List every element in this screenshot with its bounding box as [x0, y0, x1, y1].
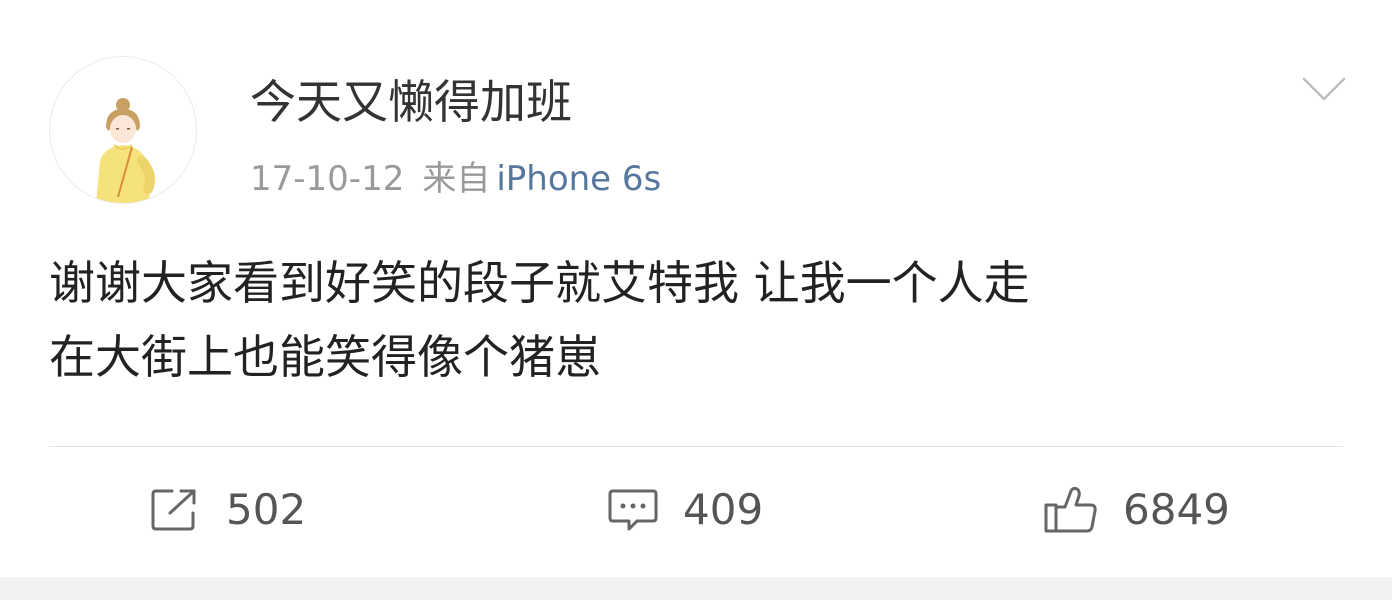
- post-date: 17-10-12: [250, 159, 405, 199]
- chevron-down-icon: [1302, 77, 1346, 101]
- weibo-post-card: 今天又懒得加班 17-10-12 来自 iPhone 6s 谢谢大家看到好笑的段子就…: [0, 0, 1392, 600]
- like-button[interactable]: 6849: [1043, 470, 1230, 550]
- post-content: 谢谢大家看到好笑的段子就艾特我 让我一个人走 在大街上也能笑得像个猪崽: [49, 246, 1339, 394]
- action-bar: 502 409 6849: [0, 470, 1392, 550]
- share-icon: [151, 489, 196, 531]
- card-separator: [0, 577, 1392, 600]
- comment-count: 409: [683, 485, 764, 534]
- avatar-illustration: [96, 98, 155, 203]
- post-content-line-2: 在大街上也能笑得像个猪崽: [49, 330, 601, 384]
- post-source-device[interactable]: iPhone 6s: [496, 159, 661, 199]
- thumbs-up-icon: [1044, 486, 1097, 533]
- share-count: 502: [226, 485, 307, 534]
- comment-button[interactable]: 409: [607, 470, 763, 550]
- divider: [49, 446, 1343, 447]
- share-button[interactable]: 502: [150, 470, 306, 550]
- comment-icon: [608, 489, 658, 531]
- username[interactable]: 今天又懒得加班: [250, 72, 572, 132]
- avatar[interactable]: [49, 56, 197, 204]
- post-source-label: 来自: [422, 159, 491, 199]
- post-content-line-1: 谢谢大家看到好笑的段子就艾特我 让我一个人走: [49, 256, 1030, 310]
- more-options-button[interactable]: [1301, 74, 1347, 104]
- like-count: 6849: [1123, 485, 1230, 534]
- post-meta: 17-10-12 来自 iPhone 6s: [250, 156, 661, 202]
